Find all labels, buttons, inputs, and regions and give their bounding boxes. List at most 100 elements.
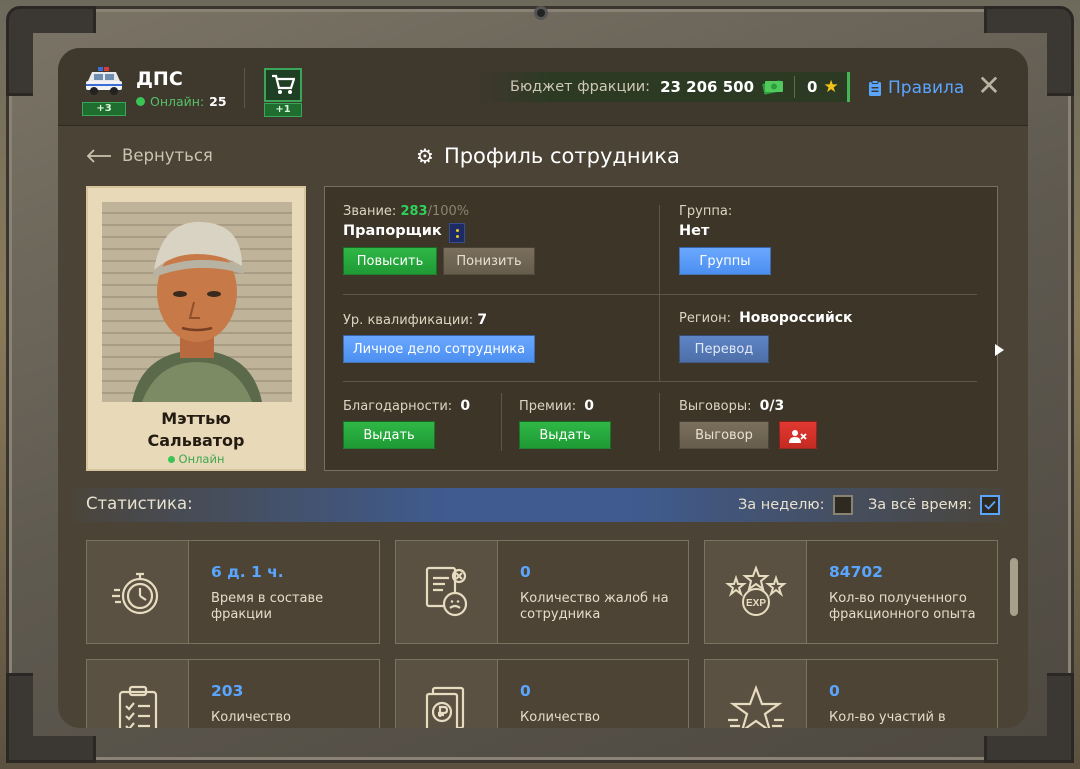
page-title-text: Профиль сотрудника	[443, 144, 680, 168]
budget-divider	[794, 76, 796, 98]
budget-value: 23 206 500	[660, 78, 755, 96]
info-divider	[659, 205, 660, 381]
group-value: Нет	[679, 223, 710, 239]
reprimands-row: Выговоры: 0/3	[679, 398, 784, 414]
cart-icon	[272, 74, 295, 94]
stat-card: EXP 84702 Кол-во полученного фракционног…	[704, 540, 998, 644]
stat-value: 0	[829, 682, 840, 700]
back-label: Вернуться	[122, 146, 213, 165]
stat-card: 6 д. 1 ч. Время в составе фракции	[86, 540, 380, 644]
stat-value: 0	[520, 682, 531, 700]
qualification-label: Ур. квалификации:	[343, 313, 474, 328]
remove-reprimand-button[interactable]	[779, 421, 817, 449]
employee-status: Онлайн	[88, 452, 304, 466]
all-time-filter[interactable]: За всё время:	[868, 495, 1001, 515]
complaint-document-icon	[396, 541, 498, 643]
online-label: Онлайн:	[150, 94, 205, 109]
stat-description: Количество	[211, 710, 291, 725]
stat-card: 0 Кол-во участий в	[704, 659, 998, 728]
faction-online: Онлайн: 25	[136, 94, 227, 109]
bonuses-label: Премии:	[519, 399, 577, 414]
promote-button[interactable]: Повысить	[343, 247, 437, 275]
stat-value: 0	[520, 563, 531, 581]
reprimands-label: Выговоры:	[679, 399, 752, 414]
online-count: 25	[209, 94, 227, 109]
budget-label: Бюджет фракции:	[510, 79, 651, 95]
stat-card: 203 Количество	[86, 659, 380, 728]
employee-photo-card: Мэттью Сальватор Онлайн	[86, 186, 306, 471]
remove-user-icon	[789, 430, 807, 443]
week-checkbox[interactable]	[832, 495, 853, 515]
stat-description: Кол-во полученного фракционного опыта	[829, 591, 976, 622]
star-icon: ★	[823, 77, 839, 97]
svg-text:EXP: EXP	[745, 598, 765, 609]
reprimands-value: 0	[759, 398, 770, 414]
personal-file-button[interactable]: Личное дело сотрудника	[343, 335, 535, 363]
checkmark-icon	[984, 500, 996, 510]
region-value: Новороссийск	[739, 310, 853, 326]
qualification-value: 7	[477, 312, 488, 328]
stars-value: 0	[807, 78, 818, 96]
page-title: ⚙ Профиль сотрудника	[416, 144, 680, 168]
header-divider	[244, 68, 245, 108]
money-icon	[762, 80, 784, 95]
stopwatch-icon	[87, 541, 189, 643]
transfer-button[interactable]: Перевод	[679, 335, 769, 363]
clipboard-checklist-icon	[87, 660, 189, 728]
info-divider	[343, 294, 977, 295]
tablet-camera	[534, 6, 548, 20]
week-filter[interactable]: За неделю:	[738, 495, 853, 515]
rank-name: Прапорщик	[343, 223, 442, 239]
employee-first-name: Мэттью	[161, 409, 231, 428]
shop-badge: +1	[264, 103, 302, 117]
stat-value: 6 д. 1 ч.	[211, 563, 284, 581]
stat-card: 0 Количество жалоб на сотрудника	[395, 540, 689, 644]
ruble-document-icon	[396, 660, 498, 728]
rank-epaulette-icon	[449, 223, 465, 243]
all-time-checkbox[interactable]	[980, 495, 1001, 515]
give-thanks-button[interactable]: Выдать	[343, 421, 435, 449]
employee-status-text: Онлайн	[178, 452, 225, 466]
stat-value: 203	[211, 682, 244, 700]
stat-value: 84702	[829, 563, 883, 581]
mouse-cursor-icon	[995, 344, 1004, 356]
stat-description: Время в составе фракции	[211, 591, 324, 622]
star-icon	[705, 660, 807, 728]
qualification-row: Ур. квалификации: 7	[343, 312, 487, 328]
region-label: Регион:	[679, 311, 731, 326]
faction-header: +3 ДПС Онлайн: 25 +1 Бюджет фракции: 23 …	[58, 48, 1028, 126]
region-row: Регион: Новороссийск	[679, 310, 853, 326]
stat-card: 0 Количество	[395, 659, 689, 728]
stats-title: Статистика:	[86, 494, 193, 513]
stat-description: Количество	[520, 710, 600, 725]
employee-last-name: Сальватор	[147, 431, 245, 450]
faction-level-badge: +3	[82, 102, 126, 116]
groups-button[interactable]: Группы	[679, 247, 771, 275]
faction-name: ДПС	[136, 68, 183, 90]
close-button[interactable]: ✕	[976, 72, 1002, 100]
clipboard-icon	[869, 79, 881, 96]
info-divider	[343, 381, 977, 382]
rank-max: /100%	[427, 204, 470, 219]
demote-button[interactable]: Понизить	[443, 247, 535, 275]
rank-progress: 283	[400, 204, 428, 219]
give-bonus-button[interactable]: Выдать	[519, 421, 611, 449]
exp-stars-icon: EXP	[705, 541, 807, 643]
stats-header-bar	[74, 488, 1004, 522]
reprimands-max: /3	[769, 398, 785, 414]
rank-label: Звание:	[343, 204, 397, 219]
employee-info-panel: Звание: 283/100% Прапорщик Повысить Пони…	[324, 186, 998, 471]
online-dot-icon	[136, 97, 145, 106]
scrollbar-thumb[interactable]	[1010, 558, 1018, 616]
rules-label: Правила	[888, 78, 965, 98]
info-divider	[659, 393, 660, 451]
shop-button[interactable]	[264, 68, 302, 102]
week-label: За неделю:	[738, 497, 825, 513]
faction-icon[interactable]: +3	[82, 64, 126, 116]
reprimand-button[interactable]: Выговор	[679, 421, 769, 449]
rules-link[interactable]: Правила	[868, 78, 964, 98]
back-button[interactable]: Вернуться	[86, 146, 213, 165]
group-label: Группа:	[679, 204, 733, 219]
thanks-label: Благодарности:	[343, 399, 453, 414]
gear-icon: ⚙	[416, 144, 434, 168]
